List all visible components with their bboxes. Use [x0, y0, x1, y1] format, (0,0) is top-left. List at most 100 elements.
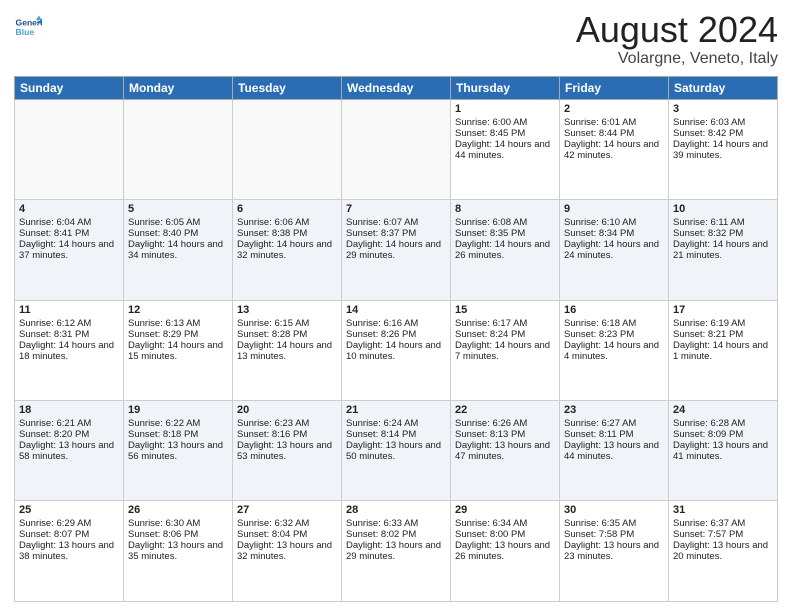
day-info: Sunset: 8:04 PM [237, 529, 337, 540]
day-number: 7 [346, 203, 446, 215]
day-info: Daylight: 13 hours and 47 minutes. [455, 440, 555, 462]
day-info: Sunrise: 6:29 AM [19, 518, 119, 529]
page: General Blue August 2024 Volargne, Venet… [0, 0, 792, 612]
day-info: Daylight: 14 hours and 37 minutes. [19, 239, 119, 261]
day-info: Daylight: 13 hours and 56 minutes. [128, 440, 228, 462]
day-info: Sunset: 8:23 PM [564, 329, 664, 340]
day-info: Sunrise: 6:30 AM [128, 518, 228, 529]
day-info: Sunset: 8:18 PM [128, 429, 228, 440]
day-info: Daylight: 14 hours and 24 minutes. [564, 239, 664, 261]
logo-icon: General Blue [14, 14, 42, 42]
calendar-cell: 14Sunrise: 6:16 AMSunset: 8:26 PMDayligh… [342, 300, 451, 400]
day-number: 24 [673, 404, 773, 416]
calendar-cell: 13Sunrise: 6:15 AMSunset: 8:28 PMDayligh… [233, 300, 342, 400]
day-info: Daylight: 13 hours and 44 minutes. [564, 440, 664, 462]
day-info: Sunset: 8:00 PM [455, 529, 555, 540]
day-info: Sunset: 8:44 PM [564, 128, 664, 139]
day-header-saturday: Saturday [669, 76, 778, 99]
day-info: Sunset: 8:16 PM [237, 429, 337, 440]
calendar-cell: 11Sunrise: 6:12 AMSunset: 8:31 PMDayligh… [15, 300, 124, 400]
day-info: Sunset: 8:13 PM [455, 429, 555, 440]
calendar-cell [342, 99, 451, 199]
calendar-cell: 29Sunrise: 6:34 AMSunset: 8:00 PMDayligh… [451, 501, 560, 602]
calendar-cell [233, 99, 342, 199]
day-info: Daylight: 13 hours and 26 minutes. [455, 540, 555, 562]
day-number: 26 [128, 504, 228, 516]
day-number: 30 [564, 504, 664, 516]
day-number: 14 [346, 304, 446, 316]
day-number: 29 [455, 504, 555, 516]
day-info: Sunrise: 6:15 AM [237, 318, 337, 329]
day-info: Daylight: 14 hours and 7 minutes. [455, 340, 555, 362]
day-number: 21 [346, 404, 446, 416]
calendar-cell: 25Sunrise: 6:29 AMSunset: 8:07 PMDayligh… [15, 501, 124, 602]
day-info: Sunrise: 6:27 AM [564, 418, 664, 429]
title-block: August 2024 Volargne, Veneto, Italy [576, 10, 778, 68]
day-number: 16 [564, 304, 664, 316]
day-number: 5 [128, 203, 228, 215]
calendar-cell: 7Sunrise: 6:07 AMSunset: 8:37 PMDaylight… [342, 200, 451, 300]
day-info: Sunset: 8:45 PM [455, 128, 555, 139]
day-info: Sunset: 8:41 PM [19, 228, 119, 239]
day-number: 11 [19, 304, 119, 316]
day-number: 17 [673, 304, 773, 316]
day-info: Sunset: 8:28 PM [237, 329, 337, 340]
calendar-cell: 17Sunrise: 6:19 AMSunset: 8:21 PMDayligh… [669, 300, 778, 400]
day-header-thursday: Thursday [451, 76, 560, 99]
day-info: Sunset: 8:35 PM [455, 228, 555, 239]
day-info: Daylight: 13 hours and 58 minutes. [19, 440, 119, 462]
day-number: 31 [673, 504, 773, 516]
day-header-friday: Friday [560, 76, 669, 99]
day-info: Sunrise: 6:11 AM [673, 217, 773, 228]
day-info: Sunrise: 6:03 AM [673, 117, 773, 128]
day-info: Sunrise: 6:16 AM [346, 318, 446, 329]
day-number: 10 [673, 203, 773, 215]
day-info: Sunset: 8:34 PM [564, 228, 664, 239]
day-info: Sunset: 8:40 PM [128, 228, 228, 239]
day-number: 3 [673, 103, 773, 115]
day-info: Sunset: 8:11 PM [564, 429, 664, 440]
day-info: Daylight: 14 hours and 10 minutes. [346, 340, 446, 362]
calendar-cell: 22Sunrise: 6:26 AMSunset: 8:13 PMDayligh… [451, 401, 560, 501]
day-info: Sunset: 8:07 PM [19, 529, 119, 540]
day-info: Sunrise: 6:35 AM [564, 518, 664, 529]
header: General Blue August 2024 Volargne, Venet… [14, 10, 778, 68]
day-info: Sunset: 8:02 PM [346, 529, 446, 540]
calendar-cell: 8Sunrise: 6:08 AMSunset: 8:35 PMDaylight… [451, 200, 560, 300]
day-number: 13 [237, 304, 337, 316]
calendar-cell: 6Sunrise: 6:06 AMSunset: 8:38 PMDaylight… [233, 200, 342, 300]
calendar-cell: 30Sunrise: 6:35 AMSunset: 7:58 PMDayligh… [560, 501, 669, 602]
day-info: Daylight: 13 hours and 53 minutes. [237, 440, 337, 462]
day-info: Sunrise: 6:08 AM [455, 217, 555, 228]
day-number: 20 [237, 404, 337, 416]
logo: General Blue [14, 10, 42, 42]
day-info: Sunrise: 6:00 AM [455, 117, 555, 128]
day-info: Sunrise: 6:33 AM [346, 518, 446, 529]
day-info: Daylight: 14 hours and 34 minutes. [128, 239, 228, 261]
day-info: Daylight: 13 hours and 41 minutes. [673, 440, 773, 462]
day-info: Daylight: 14 hours and 15 minutes. [128, 340, 228, 362]
calendar-cell: 27Sunrise: 6:32 AMSunset: 8:04 PMDayligh… [233, 501, 342, 602]
day-number: 28 [346, 504, 446, 516]
calendar-cell: 24Sunrise: 6:28 AMSunset: 8:09 PMDayligh… [669, 401, 778, 501]
day-info: Sunrise: 6:28 AM [673, 418, 773, 429]
day-info: Sunrise: 6:18 AM [564, 318, 664, 329]
day-info: Sunset: 8:29 PM [128, 329, 228, 340]
day-info: Sunrise: 6:19 AM [673, 318, 773, 329]
day-info: Daylight: 14 hours and 29 minutes. [346, 239, 446, 261]
day-number: 1 [455, 103, 555, 115]
calendar-cell: 15Sunrise: 6:17 AMSunset: 8:24 PMDayligh… [451, 300, 560, 400]
day-number: 27 [237, 504, 337, 516]
day-number: 22 [455, 404, 555, 416]
day-info: Daylight: 14 hours and 1 minute. [673, 340, 773, 362]
day-info: Sunset: 8:14 PM [346, 429, 446, 440]
day-info: Daylight: 13 hours and 29 minutes. [346, 540, 446, 562]
day-info: Sunrise: 6:07 AM [346, 217, 446, 228]
day-info: Sunset: 8:31 PM [19, 329, 119, 340]
calendar-cell: 5Sunrise: 6:05 AMSunset: 8:40 PMDaylight… [124, 200, 233, 300]
day-info: Sunset: 8:06 PM [128, 529, 228, 540]
day-info: Sunrise: 6:12 AM [19, 318, 119, 329]
day-info: Daylight: 14 hours and 39 minutes. [673, 139, 773, 161]
svg-text:Blue: Blue [16, 27, 35, 37]
calendar-cell: 26Sunrise: 6:30 AMSunset: 8:06 PMDayligh… [124, 501, 233, 602]
